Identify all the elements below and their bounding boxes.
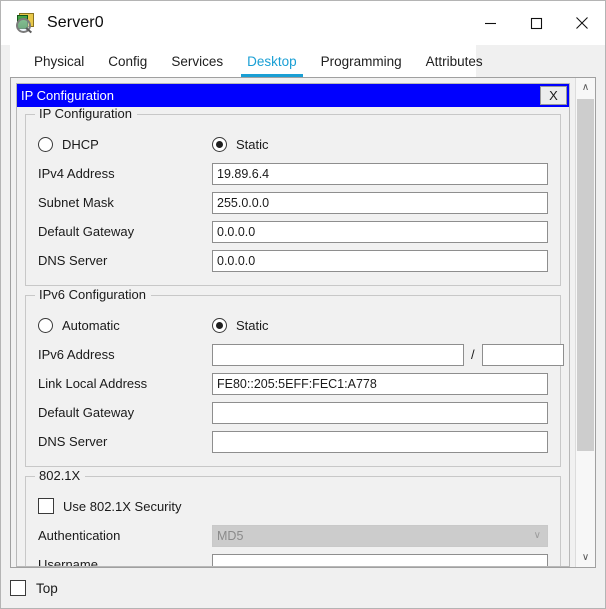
subnet-mask-label: Subnet Mask xyxy=(38,195,114,210)
maximize-button[interactable] xyxy=(513,1,559,45)
ipv6-default-gateway-input[interactable] xyxy=(212,401,548,424)
username-label: Username xyxy=(38,557,98,566)
ipv4-group-title: IP Configuration xyxy=(35,107,137,121)
minimize-button[interactable] xyxy=(467,1,513,45)
ipv6-mode-row: Automatic Static xyxy=(38,310,548,340)
panel-scroll-viewport: IP Configuration X IP Configuration DHCP… xyxy=(11,78,575,567)
top-checkbox-label: Top xyxy=(36,580,58,596)
radio-automatic-indicator xyxy=(38,317,53,333)
authentication-row: Authentication MD5 ∨ xyxy=(38,521,548,550)
ipv4-dns-server-row: DNS Server 0.0.0.0 xyxy=(38,246,548,275)
scroll-down-arrow-icon[interactable]: ∨ xyxy=(576,548,595,567)
vertical-scrollbar[interactable]: ∧ ∨ xyxy=(575,78,595,567)
ipv4-address-input[interactable]: 19.89.6.4 xyxy=(212,162,548,185)
use-8021x-security-checkbox[interactable]: Use 802.1X Security xyxy=(38,491,548,521)
top-checkbox-box xyxy=(10,580,26,596)
dot1x-group-title: 802.1X xyxy=(35,468,86,483)
dialog-close-button[interactable]: X xyxy=(540,86,567,105)
use-8021x-security-label: Use 802.1X Security xyxy=(63,498,182,514)
server-magnifier-icon xyxy=(15,12,37,34)
username-input[interactable] xyxy=(212,553,548,566)
ipv4-dns-server-input[interactable]: 0.0.0.0 xyxy=(212,249,548,272)
ipv4-default-gateway-input[interactable]: 0.0.0.0 xyxy=(212,220,548,243)
subnet-mask-row: Subnet Mask 255.0.0.0 xyxy=(38,188,548,217)
radio-ipv4-static-label: Static xyxy=(236,136,269,152)
dialog-titlebar: IP Configuration X xyxy=(17,84,569,107)
ipv4-configuration-group: IP Configuration DHCP Static IPv4 Addres… xyxy=(25,107,561,286)
window-title: Server0 xyxy=(47,14,104,31)
ipv6-address-label: IPv6 Address xyxy=(38,347,115,362)
radio-ipv4-static[interactable]: Static xyxy=(212,136,269,152)
tab-physical[interactable]: Physical xyxy=(22,45,96,77)
scrollbar-track[interactable] xyxy=(576,97,595,548)
ipv4-default-gateway-label: Default Gateway xyxy=(38,224,135,239)
scroll-up-arrow-icon[interactable]: ∧ xyxy=(576,78,595,97)
tabstrip-container: Physical Config Services Desktop Program… xyxy=(1,45,605,77)
ipv6-dns-server-row: DNS Server xyxy=(38,427,548,456)
ipv6-address-row: IPv6 Address / xyxy=(38,340,564,369)
radio-ipv4-static-indicator xyxy=(212,136,227,152)
radio-dhcp[interactable]: DHCP xyxy=(38,136,212,152)
ipv6-configuration-group: IPv6 Configuration Automatic Static IPv6… xyxy=(25,287,564,467)
radio-automatic[interactable]: Automatic xyxy=(38,317,212,333)
ipv4-default-gateway-row: Default Gateway 0.0.0.0 xyxy=(38,217,548,246)
ipv4-address-label: IPv4 Address xyxy=(38,166,115,181)
top-checkbox[interactable]: Top xyxy=(10,573,58,603)
scrollbar-thumb[interactable] xyxy=(577,99,594,451)
radio-ipv6-static-indicator xyxy=(212,317,227,333)
ipv6-default-gateway-row: Default Gateway xyxy=(38,398,548,427)
dialog-body: IP Configuration DHCP Static IPv4 Addres… xyxy=(17,107,569,566)
radio-ipv6-static-label: Static xyxy=(236,317,269,333)
ipv4-mode-row: DHCP Static xyxy=(38,129,548,159)
tab-config[interactable]: Config xyxy=(96,45,159,77)
authentication-label: Authentication xyxy=(38,528,121,543)
window-titlebar: Server0 xyxy=(1,1,605,45)
ipv6-group-title: IPv6 Configuration xyxy=(35,287,151,302)
ipv6-default-gateway-label: Default Gateway xyxy=(38,405,135,420)
chevron-down-icon: ∨ xyxy=(533,529,541,541)
link-local-address-row: Link Local Address FE80::205:5EFF:FEC1:A… xyxy=(38,369,548,398)
desktop-content-area: IP Configuration X IP Configuration DHCP… xyxy=(1,77,605,568)
tab-services[interactable]: Services xyxy=(159,45,235,77)
tab-desktop[interactable]: Desktop xyxy=(235,45,309,77)
tab-programming[interactable]: Programming xyxy=(309,45,414,77)
radio-dhcp-label: DHCP xyxy=(62,136,99,152)
window-controls xyxy=(467,1,605,45)
ipv6-prefix-input[interactable] xyxy=(481,343,564,366)
use-8021x-security-box xyxy=(38,498,54,514)
ip-configuration-dialog: IP Configuration X IP Configuration DHCP… xyxy=(16,83,570,567)
ipv6-prefix-separator: / xyxy=(471,347,475,362)
close-button[interactable] xyxy=(559,1,605,45)
radio-automatic-label: Automatic xyxy=(62,317,120,333)
subnet-mask-input[interactable]: 255.0.0.0 xyxy=(212,191,548,214)
ipv6-address-input[interactable] xyxy=(212,343,464,366)
ip-configuration-panel: IP Configuration X IP Configuration DHCP… xyxy=(10,77,596,568)
link-local-address-label: Link Local Address xyxy=(38,376,148,391)
ipv4-address-row: IPv4 Address 19.89.6.4 xyxy=(38,159,548,188)
bottom-bar: Top xyxy=(1,568,605,608)
radio-dhcp-indicator xyxy=(38,136,53,152)
ipv6-dns-server-input[interactable] xyxy=(212,430,548,453)
tabstrip: Physical Config Services Desktop Program… xyxy=(10,45,483,77)
dialog-title: IP Configuration xyxy=(21,88,114,103)
ipv6-dns-server-label: DNS Server xyxy=(38,434,108,449)
radio-ipv6-static[interactable]: Static xyxy=(212,317,269,333)
link-local-address-input[interactable]: FE80::205:5EFF:FEC1:A778 xyxy=(212,372,548,395)
tab-attributes[interactable]: Attributes xyxy=(414,45,495,77)
server-window: Server0 Physical Config Services Desktop… xyxy=(0,0,606,609)
username-row: Username xyxy=(38,550,548,566)
ipv4-dns-server-label: DNS Server xyxy=(38,253,108,268)
dot1x-group: 802.1X Use 802.1X Security Authenticatio… xyxy=(25,468,561,566)
authentication-value: MD5 xyxy=(217,528,244,543)
authentication-select[interactable]: MD5 ∨ xyxy=(212,524,548,547)
